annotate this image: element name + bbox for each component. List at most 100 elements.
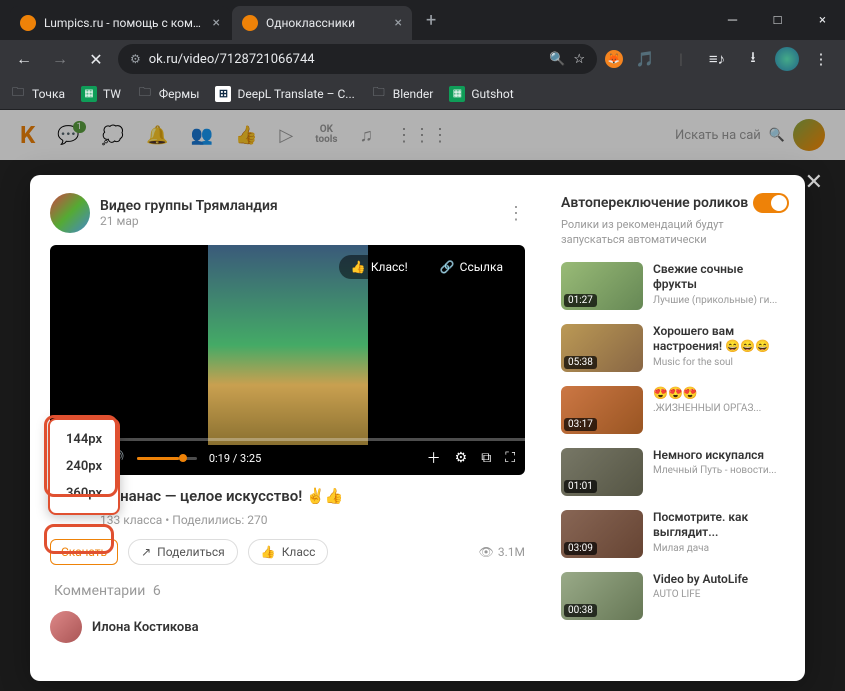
folder-icon: 🗀 bbox=[10, 86, 26, 102]
autoplay-toggle[interactable] bbox=[753, 193, 789, 213]
folder-icon: 🗀 bbox=[137, 86, 153, 102]
media-icon[interactable]: 🎵 bbox=[631, 45, 659, 73]
discussions-icon[interactable]: 💭 bbox=[102, 125, 124, 146]
music-icon[interactable]: ♫ bbox=[360, 125, 374, 146]
klass-button[interactable]: 👍Класс bbox=[248, 539, 329, 565]
video-modal: Видео группы Трямландия 21 мар ⋮ 👍Класс!… bbox=[30, 175, 805, 681]
friends-icon[interactable]: 👥 bbox=[191, 125, 213, 146]
reco-item[interactable]: 00:38Video by AutoLifeAUTO LIFE bbox=[561, 572, 789, 620]
new-tab-button[interactable]: + bbox=[414, 10, 448, 31]
link-button[interactable]: 🔗Ссылка bbox=[428, 255, 515, 279]
playlist-icon[interactable]: ≡♪ bbox=[703, 45, 731, 73]
thumb-icon: 👍 bbox=[351, 260, 366, 274]
thumb-icon: 👍 bbox=[261, 545, 276, 559]
ok-tools[interactable]: OKtools bbox=[315, 125, 337, 145]
bookmark-gutshot[interactable]: ▦Gutshot bbox=[449, 86, 513, 102]
autoplay-title: Автопереключение роликов bbox=[561, 195, 748, 211]
tab-odnoklassniki[interactable]: Одноклассники × bbox=[232, 6, 412, 40]
download-icon[interactable]: ⭳ bbox=[739, 45, 767, 73]
bookmark-blender[interactable]: 🗀Blender bbox=[371, 86, 434, 102]
maximize-button[interactable]: □ bbox=[755, 0, 800, 40]
comment-row[interactable]: Илона Костикова bbox=[50, 611, 525, 643]
tab-title: Lumpics.ru - помощь с компью bbox=[44, 16, 205, 30]
reco-thumb: 01:27 bbox=[561, 262, 643, 310]
stop-button[interactable]: ✕ bbox=[82, 45, 110, 73]
reco-source: Лучшие (прикольные) ги... bbox=[653, 295, 789, 306]
user-avatar[interactable] bbox=[793, 119, 825, 151]
close-icon[interactable]: × bbox=[395, 15, 402, 31]
address-bar: ← → ✕ ⚙ ok.ru/video/7128721066744 🔍 ☆ 🦊 … bbox=[0, 40, 845, 78]
profile-avatar[interactable] bbox=[775, 47, 799, 71]
klass-button[interactable]: 👍Класс! bbox=[339, 255, 420, 279]
autoplay-header: Автопереключение роликов bbox=[561, 193, 789, 213]
reco-thumb: 05:38 bbox=[561, 324, 643, 372]
reco-item[interactable]: 05:38Хорошего вам настроения! 😄😄😄Music f… bbox=[561, 324, 789, 372]
favicon-icon bbox=[20, 15, 36, 31]
ok-search[interactable]: Искать на сай 🔍 bbox=[675, 119, 825, 151]
views-count: 👁3.1M bbox=[479, 545, 525, 559]
reco-title: 😍😍😍 bbox=[653, 386, 789, 402]
url-input[interactable]: ⚙ ok.ru/video/7128721066744 🔍 ☆ bbox=[118, 44, 597, 74]
bookmark-fermy[interactable]: 🗀Фермы bbox=[137, 86, 200, 102]
more-icon[interactable]: ⋮ bbox=[507, 203, 525, 224]
ok-topbar: K 💬1 💭 🔔 👥 👍 ▷ OKtools ♫ ⋮⋮⋮ Искать на с… bbox=[0, 110, 845, 160]
quality-144[interactable]: 144px bbox=[50, 426, 118, 453]
quality-menu: 144px 240px 360px bbox=[48, 418, 120, 515]
bookmark-icon[interactable]: ☆ bbox=[573, 52, 585, 67]
share-icon: ↗ bbox=[141, 545, 151, 559]
reco-item[interactable]: 03:09Посмотрите. как выглядит...Милая да… bbox=[561, 510, 789, 558]
bookmarks-bar: 🗀Точка ▦TW 🗀Фермы ⊞DeepL Translate – С..… bbox=[0, 78, 845, 110]
tab-lumpics[interactable]: Lumpics.ru - помощь с компью × bbox=[10, 6, 230, 40]
group-name[interactable]: Видео группы Трямландия bbox=[100, 198, 497, 214]
bookmark-tochka[interactable]: 🗀Точка bbox=[10, 86, 65, 102]
reco-thumb: 03:09 bbox=[561, 510, 643, 558]
fullscreen-icon[interactable]: ⛶ bbox=[505, 450, 515, 466]
reco-source: Млечный Путь - новости... bbox=[653, 465, 789, 476]
ok-logo[interactable]: K bbox=[20, 121, 35, 149]
search-icon: 🔍 bbox=[769, 128, 785, 143]
quality-240[interactable]: 240px bbox=[50, 453, 118, 480]
reco-item[interactable]: 03:17😍😍😍.ЖИЗНЕННЫЙ ОРГАЗ... bbox=[561, 386, 789, 434]
settings-icon[interactable]: ⚙ bbox=[455, 450, 468, 466]
group-avatar[interactable] bbox=[50, 193, 90, 233]
search-icon[interactable]: 🔍 bbox=[549, 52, 565, 67]
minimize-button[interactable]: ─ bbox=[710, 0, 755, 40]
close-button[interactable]: × bbox=[800, 0, 845, 40]
quality-360[interactable]: 360px bbox=[50, 480, 118, 507]
video-time: 0:19 / 3:25 bbox=[209, 452, 261, 465]
site-settings-icon[interactable]: ⚙ bbox=[130, 52, 141, 66]
reco-item[interactable]: 01:27 Свежие сочные фрукты Лучшие (приколь… bbox=[561, 262, 789, 310]
notifications-icon[interactable]: 🔔 bbox=[146, 125, 168, 146]
url-text: ok.ru/video/7128721066744 bbox=[149, 52, 315, 67]
bookmark-deepl[interactable]: ⊞DeepL Translate – С... bbox=[215, 86, 354, 102]
like-icon[interactable]: 👍 bbox=[235, 125, 257, 146]
deepl-icon: ⊞ bbox=[215, 86, 231, 102]
reco-title: Хорошего вам настроения! 😄😄😄 bbox=[653, 324, 789, 355]
video-icon[interactable]: ▷ bbox=[279, 125, 293, 146]
reco-source: .ЖИЗНЕННЫЙ ОРГАЗ... bbox=[653, 403, 789, 414]
back-button[interactable]: ← bbox=[10, 45, 38, 73]
commenter-name[interactable]: Илона Костикова bbox=[92, 620, 199, 635]
bookmark-tw[interactable]: ▦TW bbox=[81, 86, 121, 102]
reco-title: Свежие сочные фрукты bbox=[653, 262, 789, 293]
post-stats: 133 класса • Поделились: 270 bbox=[100, 513, 525, 527]
menu-icon[interactable]: ⋮ bbox=[807, 45, 835, 73]
close-icon[interactable]: × bbox=[213, 15, 220, 31]
metamask-icon[interactable]: 🦊 bbox=[605, 50, 623, 68]
apps-icon[interactable]: ⋮⋮⋮ bbox=[395, 125, 449, 146]
sidebar: Автопереключение роликов Ролики из реком… bbox=[545, 175, 805, 681]
modal-close-icon[interactable]: ✕ bbox=[805, 170, 823, 195]
sheet-icon: ▦ bbox=[449, 86, 465, 102]
pip-icon[interactable]: ⧉ bbox=[481, 450, 491, 466]
share-button[interactable]: ↗Поделиться bbox=[128, 539, 238, 565]
download-button[interactable]: Скачать bbox=[50, 539, 118, 565]
video-controls: ▶ ⏭ 🔊 0:19 / 3:25 ＋ ⚙ ⧉ ⛶ bbox=[50, 441, 525, 475]
messages-icon[interactable]: 💬1 bbox=[57, 125, 79, 146]
volume-slider[interactable] bbox=[137, 457, 197, 460]
forward-button[interactable]: → bbox=[46, 45, 74, 73]
commenter-avatar[interactable] bbox=[50, 611, 82, 643]
sheet-icon: ▦ bbox=[81, 86, 97, 102]
reco-item[interactable]: 01:01Немного искупалсяМлечный Путь - нов… bbox=[561, 448, 789, 496]
video-player[interactable]: 👍Класс! 🔗Ссылка ▶ ⏭ 🔊 0:19 / 3:25 ＋ ⚙ ⧉ … bbox=[50, 245, 525, 475]
add-icon[interactable]: ＋ bbox=[427, 448, 441, 468]
